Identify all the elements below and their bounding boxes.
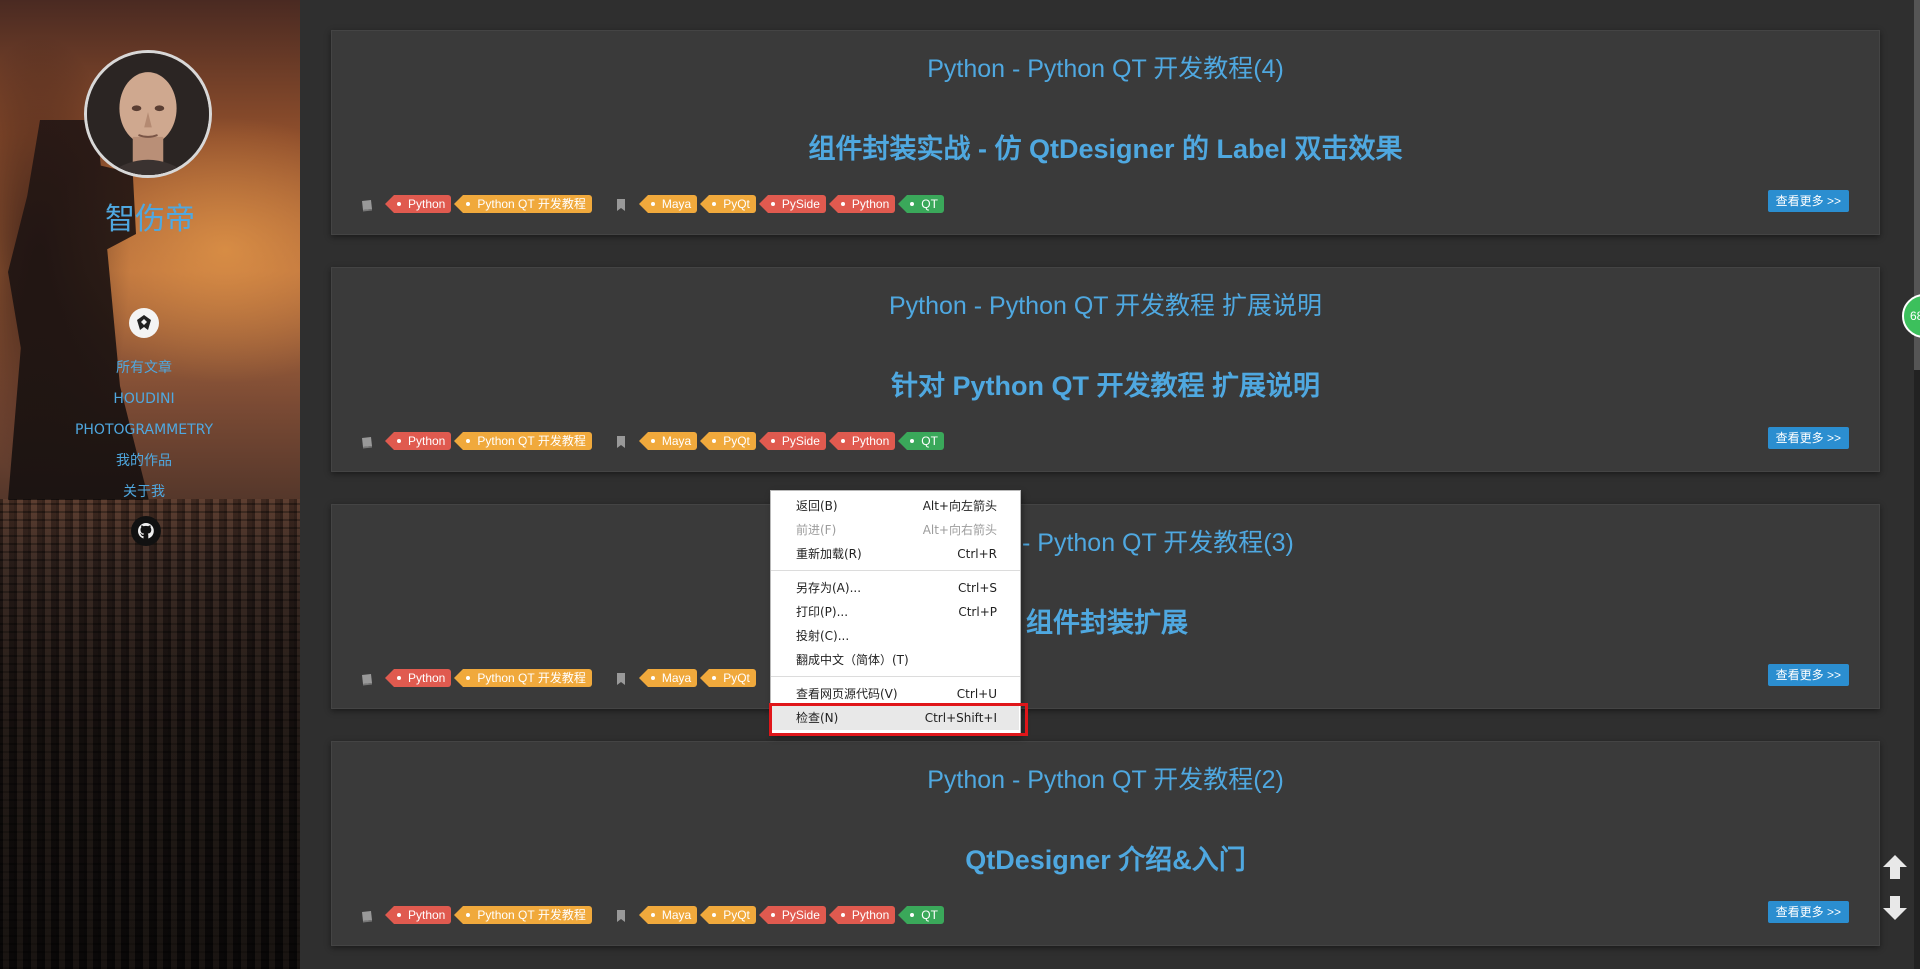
highlight-annotation-box	[769, 703, 1028, 736]
post-title[interactable]: QtDesigner 介绍&入门	[332, 838, 1879, 877]
nav-item-all-posts[interactable]: 所有文章	[0, 356, 288, 387]
category-tag[interactable]: Python	[384, 669, 452, 687]
context-menu: 返回(B) Alt+向左箭头 前进(F) Alt+向右箭头 重新加载(R) Ctrl+…	[770, 490, 1021, 735]
tag-pyside[interactable]: PySide	[758, 906, 826, 924]
menu-separator	[771, 676, 1020, 677]
tag-maya[interactable]: Maya	[638, 669, 698, 687]
post-category[interactable]: Python - Python QT 开发教程(4)	[332, 49, 1879, 85]
post-meta: Python Python QT 开发教程 Maya PyQt PySide P…	[360, 194, 944, 214]
post-card: Python - Python QT 开发教程(4) 组件封装实战 - 仿 Qt…	[331, 30, 1880, 235]
menu-item-print[interactable]: 打印(P)... Ctrl+P	[772, 600, 1019, 624]
tag-maya[interactable]: Maya	[638, 195, 698, 213]
tag-pyqt[interactable]: PyQt	[700, 195, 756, 213]
nav-item-houdini[interactable]: HOUDINI	[0, 387, 288, 418]
nav-item-my-works[interactable]: 我的作品	[0, 449, 288, 480]
bookmark-icon	[614, 434, 628, 448]
post-title[interactable]: 针对 Python QT 开发教程 扩展说明	[332, 364, 1879, 403]
read-more-button[interactable]: 查看更多 >>	[1767, 901, 1849, 923]
post-title[interactable]: 组件封装扩展	[1026, 601, 1188, 640]
category-tag[interactable]: Python QT 开发教程	[454, 432, 592, 450]
category-tag[interactable]: Python	[384, 906, 452, 924]
menu-item-forward[interactable]: 前进(F) Alt+向右箭头	[772, 518, 1019, 542]
category-tag[interactable]: Python QT 开发教程	[454, 906, 592, 924]
book-icon	[360, 671, 374, 686]
menu-item-translate[interactable]: 翻成中文（简体）(T)	[772, 648, 1019, 672]
tag-python[interactable]: Python	[828, 432, 896, 450]
nav-item-photogrammetry[interactable]: PHOTOGRAMMETRY	[0, 418, 288, 449]
tag-pyqt[interactable]: PyQt	[700, 906, 756, 924]
menu-item-reload[interactable]: 重新加载(R) Ctrl+R	[772, 542, 1019, 566]
menu-item-shortcut: Alt+向右箭头	[922, 523, 997, 537]
post-meta: Python Python QT 开发教程 Maya PyQt PySide P…	[360, 905, 944, 925]
book-icon	[360, 434, 374, 449]
post-meta: Python Python QT 开发教程 Maya PyQt PySide P…	[360, 431, 944, 451]
category-tag[interactable]: Python	[384, 432, 452, 450]
avatar-face-icon	[87, 53, 209, 175]
menu-item-save-as[interactable]: 另存为(A)... Ctrl+S	[772, 576, 1019, 600]
category-tag[interactable]: Python QT 开发教程	[454, 669, 592, 687]
menu-separator	[771, 570, 1020, 571]
book-icon	[360, 197, 374, 212]
menu-item-label: 前进(F)	[796, 523, 837, 537]
scrollbar[interactable]	[1914, 0, 1920, 969]
bookmark-icon	[614, 908, 628, 922]
github-icon[interactable]	[131, 516, 161, 546]
menu-item-label: 投射(C)...	[796, 629, 850, 643]
post-card: - Python QT 开发教程(3) 组件封装扩展 Python Python…	[331, 504, 1880, 709]
menu-item-cast[interactable]: 投射(C)...	[772, 624, 1019, 648]
tag-pyside[interactable]: PySide	[758, 432, 826, 450]
tag-qt[interactable]: QT	[898, 432, 944, 450]
post-meta: Python Python QT 开发教程 Maya PyQt	[360, 668, 756, 688]
read-more-button[interactable]: 查看更多 >>	[1767, 190, 1849, 212]
tag-pyqt[interactable]: PyQt	[700, 669, 756, 687]
tag-pyside[interactable]: PySide	[758, 195, 826, 213]
menu-item-shortcut: Ctrl+S	[957, 581, 997, 595]
menu-item-label: 翻成中文（简体）(T)	[796, 653, 909, 667]
menu-item-label: 返回(B)	[796, 499, 838, 513]
nav-item-about-me[interactable]: 关于我	[0, 480, 288, 511]
sidebar-background-city	[0, 499, 300, 969]
book-icon	[360, 908, 374, 923]
post-category[interactable]: Python - Python QT 开发教程 扩展说明	[332, 286, 1879, 322]
menu-item-shortcut: Ctrl+R	[957, 547, 997, 561]
site-name[interactable]: 智伤帝	[0, 194, 300, 238]
floating-badge[interactable]: 68	[1902, 294, 1920, 338]
tag-pyqt[interactable]: PyQt	[700, 432, 756, 450]
menu-item-shortcut: Alt+向左箭头	[922, 499, 997, 513]
menu-item-label: 打印(P)...	[796, 605, 849, 619]
read-more-button[interactable]: 查看更多 >>	[1767, 427, 1849, 449]
arrow-up-icon[interactable]	[1880, 852, 1910, 882]
sidebar-nav: 所有文章 HOUDINI PHOTOGRAMMETRY 我的作品 关于我	[0, 356, 288, 511]
tag-qt[interactable]: QT	[898, 906, 944, 924]
menu-item-shortcut: Ctrl+P	[958, 605, 997, 619]
post-card: Python - Python QT 开发教程(2) QtDesigner 介绍…	[331, 741, 1880, 946]
sidebar: 智伤帝 所有文章 HOUDINI PHOTOGRAMMETRY 我的作品 关于我	[0, 0, 300, 969]
post-card: Python - Python QT 开发教程 扩展说明 针对 Python Q…	[331, 267, 1880, 472]
post-title[interactable]: 组件封装实战 - 仿 QtDesigner 的 Label 双击效果	[332, 127, 1879, 166]
arrow-down-icon[interactable]	[1880, 893, 1910, 923]
menu-item-label: 重新加载(R)	[796, 547, 862, 561]
tag-python[interactable]: Python	[828, 195, 896, 213]
menu-item-label: 另存为(A)...	[796, 581, 862, 595]
tag-qt[interactable]: QT	[898, 195, 944, 213]
tag-maya[interactable]: Maya	[638, 432, 698, 450]
menu-item-back[interactable]: 返回(B) Alt+向左箭头	[772, 494, 1019, 518]
category-tag[interactable]: Python QT 开发教程	[454, 195, 592, 213]
category-tag[interactable]: Python	[384, 195, 452, 213]
bookmark-icon	[614, 197, 628, 211]
home-logo-icon[interactable]	[129, 308, 159, 338]
post-category[interactable]: Python - Python QT 开发教程(2)	[332, 760, 1879, 796]
read-more-button[interactable]: 查看更多 >>	[1767, 664, 1849, 686]
bookmark-icon	[614, 671, 628, 685]
tag-python[interactable]: Python	[828, 906, 896, 924]
tag-maya[interactable]: Maya	[638, 906, 698, 924]
post-category[interactable]: - Python QT 开发教程(3)	[1022, 523, 1294, 559]
avatar[interactable]	[84, 50, 212, 178]
